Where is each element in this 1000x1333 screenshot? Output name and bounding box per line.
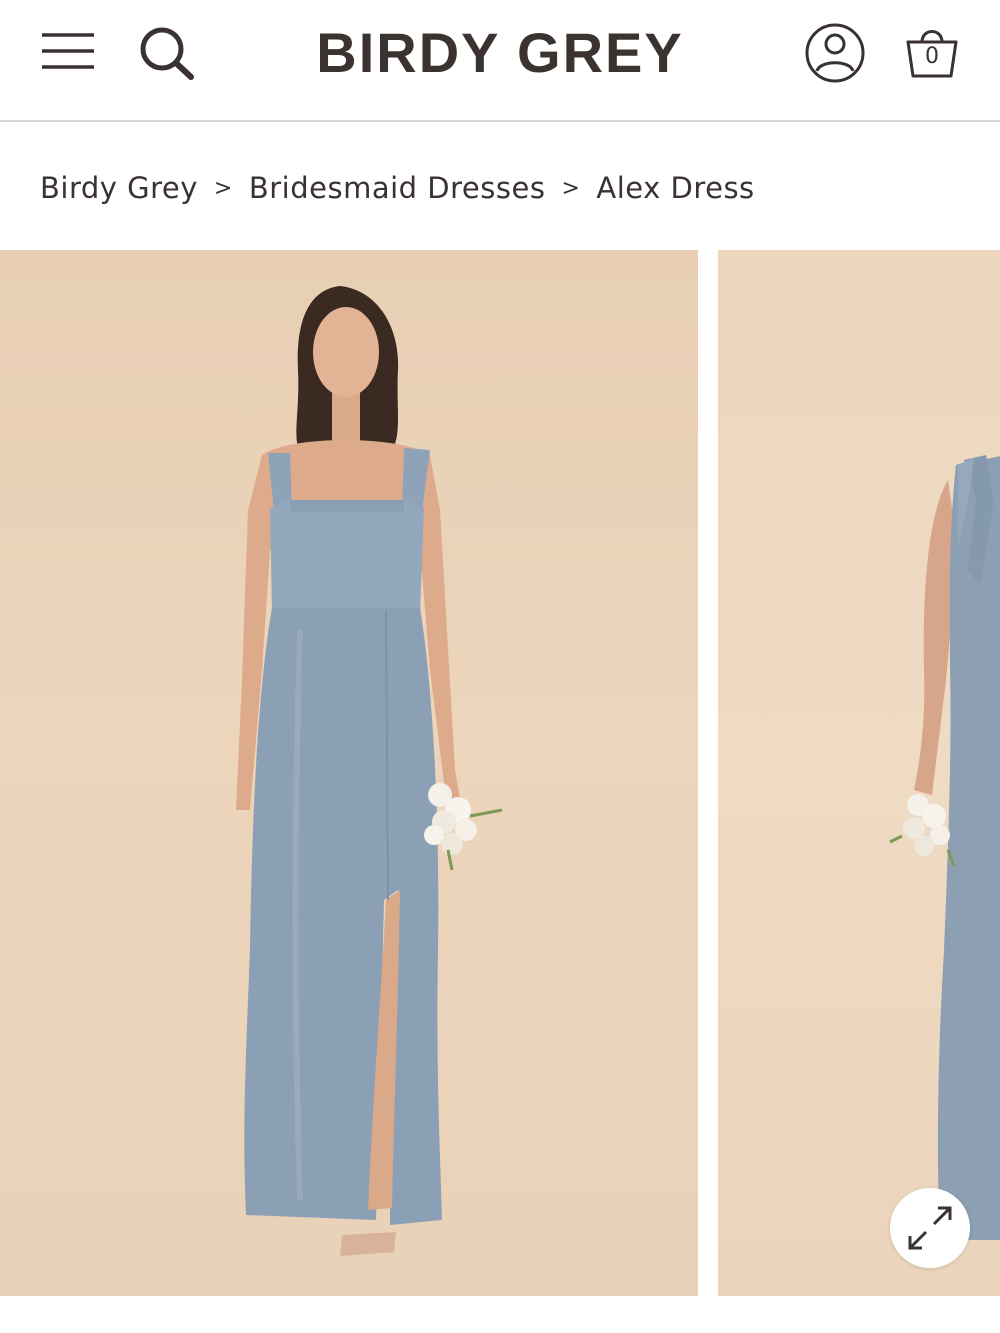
product-image-2[interactable] — [718, 250, 1000, 1296]
breadcrumb-home[interactable]: Birdy Grey — [40, 171, 198, 205]
expand-arrows-icon — [908, 1206, 952, 1250]
model-illustration — [889, 455, 1000, 1240]
brand-logo[interactable]: BIRDY GREY — [240, 22, 760, 84]
breadcrumb-separator: > — [213, 175, 233, 201]
account-icon[interactable] — [804, 22, 866, 84]
product-image-gallery[interactable] — [0, 250, 1000, 1296]
cart-count-badge: 0 — [925, 44, 939, 69]
menu-icon[interactable] — [40, 28, 96, 74]
site-header: BIRDY GREY 0 — [0, 0, 1000, 122]
product-image-1[interactable] — [0, 250, 698, 1296]
expand-image-button[interactable] — [890, 1188, 970, 1268]
search-icon[interactable] — [136, 25, 196, 81]
breadcrumb-category[interactable]: Bridesmaid Dresses — [249, 171, 546, 205]
model-illustration — [236, 286, 503, 1256]
breadcrumb-separator: > — [561, 175, 581, 201]
breadcrumb: Birdy Grey > Bridesmaid Dresses > Alex D… — [40, 166, 755, 210]
breadcrumb-current: Alex Dress — [596, 171, 755, 205]
